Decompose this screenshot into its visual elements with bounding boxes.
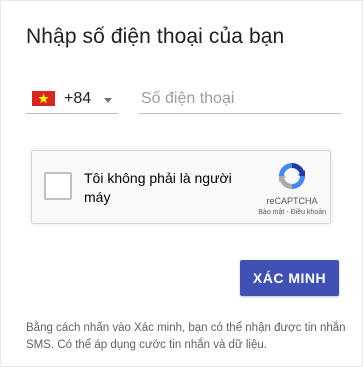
phone-number-input[interactable] bbox=[139, 85, 341, 114]
country-code: +84 bbox=[64, 90, 92, 107]
recaptcha-logo-icon bbox=[279, 163, 305, 189]
privacy-link[interactable]: Bảo mật bbox=[258, 209, 284, 216]
terms-link[interactable]: Điều khoản bbox=[291, 209, 326, 216]
page-title: Nhập số điện thoại của bạn bbox=[26, 25, 285, 48]
recaptcha-links: Bảo mật - Điều khoản bbox=[238, 209, 326, 216]
phone-signin-card: Nhập số điện thoại của bạn +84 Tôi không… bbox=[0, 0, 363, 367]
star-icon bbox=[38, 93, 49, 104]
recaptcha-widget: Tôi không phải là người máy reCAPTCHA Bả… bbox=[31, 150, 331, 224]
chevron-down-icon[interactable] bbox=[104, 98, 112, 103]
country-code-selector[interactable]: +84 bbox=[26, 85, 118, 114]
vietnam-flag-icon bbox=[32, 91, 55, 106]
recaptcha-brand: reCAPTCHA bbox=[266, 196, 318, 206]
recaptcha-checkbox[interactable] bbox=[44, 172, 72, 200]
verify-button[interactable]: XÁC MINH bbox=[240, 260, 339, 296]
recaptcha-label: Tôi không phải là người máy bbox=[84, 170, 232, 205]
sms-disclaimer: Bằng cách nhấn vào Xác minh, bạn có thể … bbox=[26, 322, 346, 351]
